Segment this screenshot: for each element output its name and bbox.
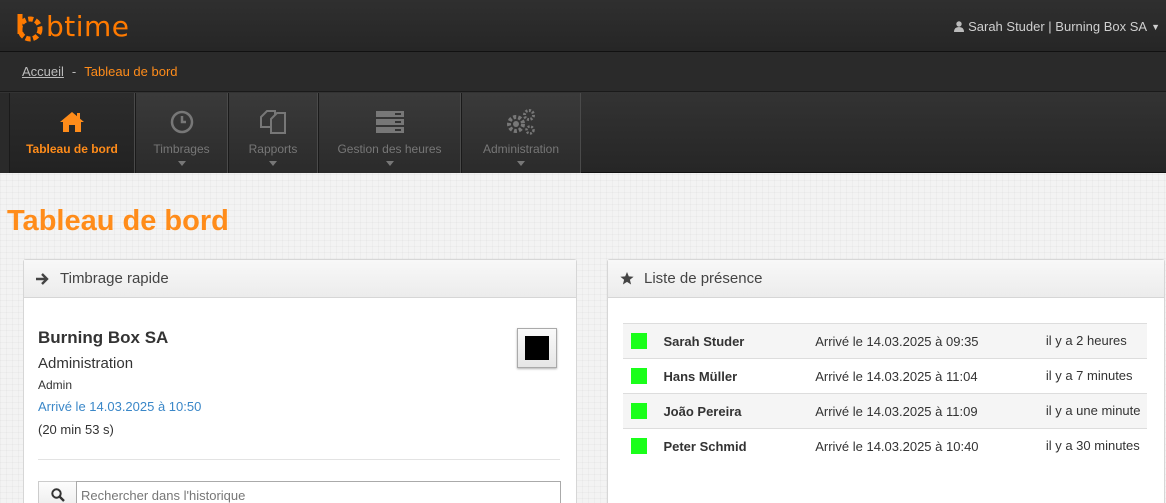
nav-item-timbrages[interactable]: Timbrages xyxy=(135,93,228,173)
stop-icon xyxy=(525,336,549,360)
arrival-time: Arrivé le 14.03.2025 à 11:04 xyxy=(815,369,978,384)
nav-edge xyxy=(0,93,9,173)
table-row: João Pereira Arrivé le 14.03.2025 à 11:0… xyxy=(623,393,1147,429)
table-row: Hans Müller Arrivé le 14.03.2025 à 11:04… xyxy=(623,358,1147,394)
user-menu-label: Sarah Studer | Burning Box SA xyxy=(968,19,1148,34)
home-icon xyxy=(60,112,84,132)
employee-name: Hans Müller xyxy=(663,369,738,384)
table-row: Peter Schmid Arrivé le 14.03.2025 à 10:4… xyxy=(623,428,1147,464)
presence-panel: Liste de présence Sarah Studer Arrivé le… xyxy=(607,259,1165,503)
nav-label: Tableau de bord xyxy=(26,142,118,156)
chevron-down-icon: ▼ xyxy=(1151,21,1160,32)
panel-title: Timbrage rapide xyxy=(60,270,169,287)
employee-name: Peter Schmid xyxy=(663,439,747,454)
top-bar: btime Sarah Studer | Burning Box SA ▼ xyxy=(0,0,1166,52)
logo-text: btime xyxy=(46,10,130,43)
nav-item-tableau-de-bord[interactable]: Tableau de bord xyxy=(9,93,135,173)
breadcrumb-separator: - xyxy=(71,64,77,79)
relative-time: il y a une minute xyxy=(1045,403,1141,418)
breadcrumb: Accueil - Tableau de bord xyxy=(22,64,178,79)
relative-time: il y a 30 minutes xyxy=(1045,438,1140,453)
arrival-time: Arrivé le 14.03.2025 à 09:35 xyxy=(815,334,979,349)
stop-stamp-button[interactable] xyxy=(517,328,557,368)
user-menu[interactable]: Sarah Studer | Burning Box SA ▼ xyxy=(954,19,1160,34)
nav-item-gestion-des-heures[interactable]: Gestion des heures xyxy=(318,93,461,173)
chevron-down-icon xyxy=(269,161,277,166)
nav-item-rapports[interactable]: Rapports xyxy=(228,93,318,173)
server-icon xyxy=(375,111,404,133)
presence-table: Sarah Studer Arrivé le 14.03.2025 à 09:3… xyxy=(623,323,1147,463)
logo-icon xyxy=(17,14,43,42)
panel-title: Liste de présence xyxy=(644,270,763,287)
employee-name: João Pereira xyxy=(663,404,742,419)
search-icon xyxy=(50,488,65,502)
role: Admin xyxy=(38,378,73,392)
table-row: Sarah Studer Arrivé le 14.03.2025 à 09:3… xyxy=(623,323,1147,359)
status-present-icon xyxy=(631,333,647,349)
clock-icon xyxy=(170,110,193,134)
chevron-down-icon xyxy=(177,161,186,166)
employee-name: Sarah Studer xyxy=(663,334,745,349)
page-title: Tableau de bord xyxy=(7,205,229,237)
arrow-right-icon xyxy=(36,272,49,285)
department: Administration xyxy=(38,355,134,372)
breadcrumb-bar: Accueil - Tableau de bord xyxy=(0,52,1166,92)
search-input[interactable] xyxy=(76,481,561,503)
nav-label: Timbrages xyxy=(153,142,210,156)
search-button[interactable] xyxy=(38,481,76,503)
breadcrumb-home-link[interactable]: Accueil xyxy=(22,64,64,79)
breadcrumb-current: Tableau de bord xyxy=(84,64,178,79)
panel-header: Liste de présence xyxy=(608,260,1164,298)
history-search xyxy=(38,481,561,503)
quick-stamp-panel: Timbrage rapide Burning Box SA Administr… xyxy=(23,259,577,503)
documents-icon xyxy=(260,110,286,134)
chevron-down-icon xyxy=(517,161,525,166)
arrival-time: Arrivé le 14.03.2025 à 11:09 xyxy=(815,404,978,419)
nav-label: Administration xyxy=(482,142,560,156)
gears-icon xyxy=(507,109,535,135)
arrival-time: Arrivé le 14.03.2025 à 10:50 xyxy=(38,399,202,414)
star-icon xyxy=(620,272,634,285)
relative-time: il y a 7 minutes xyxy=(1045,368,1133,383)
chevron-down-icon xyxy=(385,161,394,166)
user-icon xyxy=(954,21,965,32)
status-present-icon xyxy=(631,403,647,419)
arrival-time: Arrivé le 14.03.2025 à 10:40 xyxy=(815,439,979,454)
nav-label: Gestion des heures xyxy=(337,142,442,156)
nav-label: Rapports xyxy=(248,142,298,156)
panel-header: Timbrage rapide xyxy=(24,260,576,298)
divider xyxy=(38,459,560,460)
status-present-icon xyxy=(631,438,647,454)
nav-item-administration[interactable]: Administration xyxy=(461,93,581,173)
app-logo[interactable]: btime xyxy=(14,10,130,44)
elapsed-duration: (20 min 53 s) xyxy=(38,422,114,437)
relative-time: il y a 2 heures xyxy=(1045,333,1127,348)
company-name: Burning Box SA xyxy=(38,328,169,347)
status-present-icon xyxy=(631,368,647,384)
